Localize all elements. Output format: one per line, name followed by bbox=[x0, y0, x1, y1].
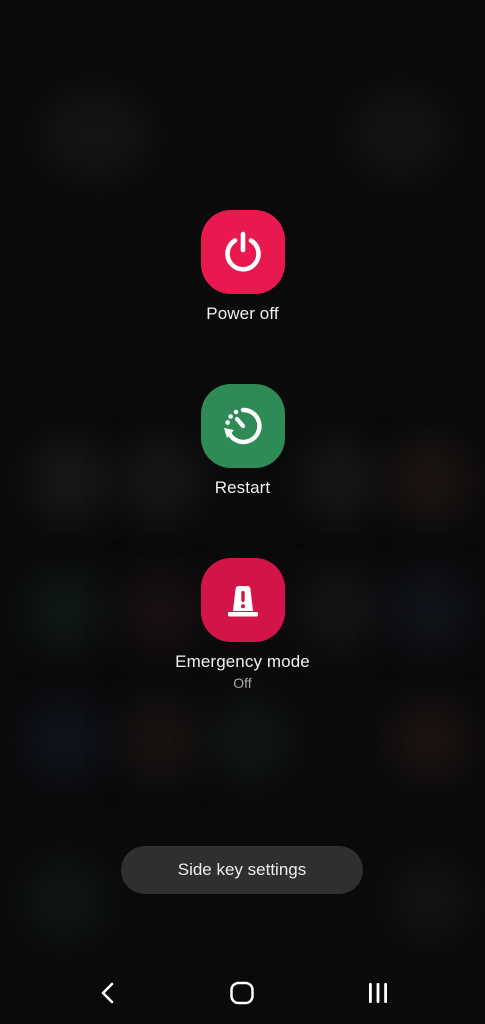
emergency-mode-status: Off bbox=[233, 675, 252, 691]
home-icon bbox=[230, 981, 254, 1005]
side-key-settings-button[interactable]: Side key settings bbox=[121, 846, 363, 894]
restart-button[interactable] bbox=[200, 384, 285, 468]
restart-action[interactable]: Restart bbox=[0, 384, 485, 498]
side-key-settings-label: Side key settings bbox=[177, 860, 307, 879]
recents-button[interactable] bbox=[358, 976, 398, 1010]
recents-icon bbox=[369, 983, 387, 1003]
emergency-siren-icon bbox=[227, 586, 258, 617]
restart-icon bbox=[223, 407, 262, 445]
power-off-action[interactable]: Power off bbox=[0, 210, 485, 324]
navigation-bar bbox=[0, 962, 485, 1024]
emergency-mode-action[interactable]: Emergency mode Off bbox=[0, 558, 485, 691]
power-icon bbox=[224, 231, 261, 272]
restart-label: Restart bbox=[214, 478, 271, 497]
home-button[interactable] bbox=[222, 976, 262, 1010]
emergency-mode-button[interactable] bbox=[200, 558, 285, 642]
back-button[interactable] bbox=[88, 976, 128, 1010]
power-off-label: Power off bbox=[206, 304, 279, 323]
back-chevron-icon bbox=[101, 982, 114, 1004]
emergency-mode-label: Emergency mode bbox=[175, 652, 310, 671]
power-off-button[interactable] bbox=[200, 210, 285, 294]
power-menu-screen: Power off Restart Emergency mode Off Sid… bbox=[0, 0, 485, 1024]
